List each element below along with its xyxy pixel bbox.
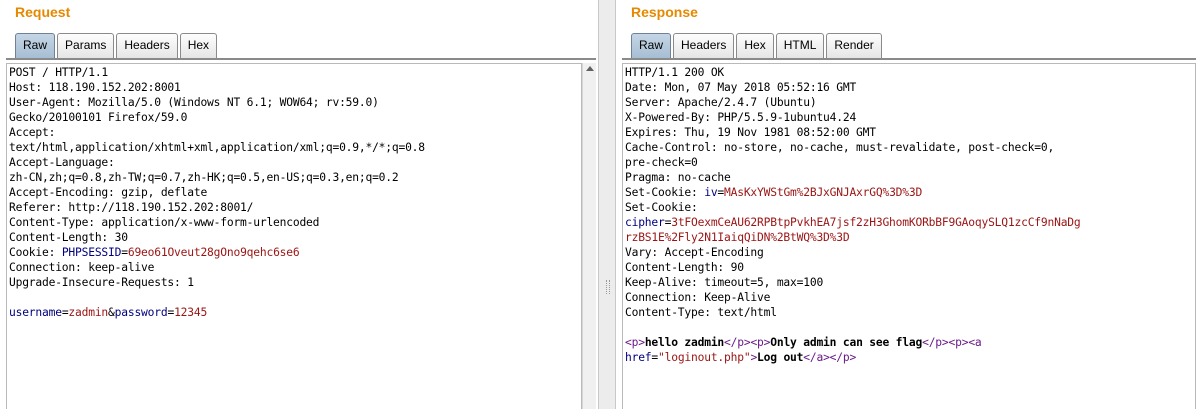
html-body-line: href="loginout.php">Log out</a></p> [625,350,1195,365]
set-cookie-value: rzBS1E%2Fly2N1IaiqQiDN%2BtWQ%3D%3D [625,231,850,244]
html-text: Only admin can see flag [770,336,923,349]
request-tab-params[interactable]: Params [57,33,115,58]
request-line: zh-CN,zh;q=0.8,zh-TW;q=0.7,zh-HK;q=0.5,e… [9,171,399,184]
response-tab-hex[interactable]: Hex [736,33,774,58]
html-tag: <a [968,336,982,349]
set-cookie-label-line: Set-Cookie: [625,201,698,214]
request-vertical-scrollbar[interactable] [582,63,596,409]
response-editor[interactable]: HTTP/1.1 200 OK Date: Mon, 07 May 2018 0… [622,63,1196,409]
response-line: Date: Mon, 07 May 2018 05:52:16 GMT [625,81,857,94]
request-pane: Request Raw Params Headers Hex POST / HT… [0,0,598,409]
param-value: 12345 [174,306,208,319]
request-line: Accept-Language: [9,156,115,169]
html-tag: </a> [803,351,830,364]
request-line: Referer: http://118.190.152.202:8001/ [9,201,254,214]
cookie-line: Cookie: PHPSESSID=69eo61Oveut28gOno9qehc… [9,245,581,260]
request-line: Host: 118.190.152.202:8001 [9,81,181,94]
set-cookie-value-continued: rzBS1E%2Fly2N1IaiqQiDN%2BtWQ%3D%3D [625,230,1195,245]
request-line: Accept-Encoding: gzip, deflate [9,186,208,199]
html-tag: <p> [948,336,969,349]
request-line: Upgrade-Insecure-Requests: 1 [9,276,194,289]
request-tab-hex[interactable]: Hex [179,33,218,58]
set-cookie-value: 3tFOexmCeAU62RPBtpPvkhEA7jsf2zH3GhomKORb… [671,216,1081,229]
set-cookie-line: Set-Cookie: iv=MAsKxYWStGm%2BJxGNJAxrGQ%… [625,185,1195,200]
response-line: pre-check=0 [625,156,698,169]
scroll-up-arrow-icon[interactable] [586,66,594,71]
response-line: Pragma: no-cache [625,171,731,184]
response-line: Content-Length: 90 [625,261,744,274]
set-cookie-label: Set-Cookie: [625,186,705,199]
html-body-line: <p>hello zadmin</p><p>Only admin can see… [625,335,1195,350]
html-attr-name: href [625,351,652,364]
response-tab-render[interactable]: Render [826,33,882,58]
response-line: Cache-Control: no-store, no-cache, must-… [625,141,1055,154]
cookie-name: PHPSESSID [61,246,122,259]
response-line: Server: Apache/2.4.7 (Ubuntu) [625,96,817,109]
html-tag: </p> [922,336,949,349]
request-line: User-Agent: Mozilla/5.0 (Windows NT 6.1;… [9,96,379,109]
request-editor[interactable]: POST / HTTP/1.1 Host: 118.190.152.202:80… [6,63,582,409]
request-line: Content-Type: application/x-www-form-url… [9,216,320,229]
response-pane: Response Raw Headers Hex HTML Render HTT… [616,0,1198,409]
response-line: Expires: Thu, 19 Nov 1981 08:52:00 GMT [625,126,876,139]
cookie-label: Cookie: [9,246,62,259]
response-tab-divider [622,58,1196,60]
html-attr-value: "loginout.php" [658,351,751,364]
pane-splitter[interactable] [598,0,616,409]
response-line: Content-Type: text/html [625,306,777,319]
set-cookie-value: MAsKxYWStGm%2BJxGNJAxrGQ%3D%3D [724,186,923,199]
response-line: Connection: Keep-Alive [625,291,771,304]
response-tab-html[interactable]: HTML [775,33,825,58]
set-cookie-line: cipher=3tFOexmCeAU62RPBtpPvkhEA7jsf2zH3G… [625,215,1195,230]
response-line: X-Powered-By: PHP/5.5.9-1ubuntu4.24 [625,111,857,124]
request-line: text/html,application/xhtml+xml,applicat… [9,141,425,154]
request-tabs: Raw Params Headers Hex [15,33,219,58]
response-line: Keep-Alive: timeout=5, max=100 [625,276,824,289]
response-title: Response [631,4,698,20]
set-cookie-name: cipher [625,216,665,229]
html-tag: </p> [724,336,751,349]
response-tabs: Raw Headers Hex HTML Render [631,33,884,58]
request-title: Request [15,4,71,20]
response-line: Vary: Accept-Encoding [625,246,764,259]
request-body-line: username=zadmin&password=12345 [9,305,581,320]
request-line: POST / HTTP/1.1 [9,66,109,79]
splitter-grip-icon[interactable] [606,280,610,294]
param-name: password [114,306,168,319]
cookie-value: 69eo61Oveut28gOno9qehc6se6 [127,246,300,259]
html-tag: <p> [625,336,645,349]
request-tab-raw[interactable]: Raw [15,33,56,58]
html-text: hello zadmin [644,336,725,349]
param-separator: & [108,306,115,319]
request-tab-headers[interactable]: Headers [116,33,178,58]
request-line: Gecko/20100101 Firefox/59.0 [9,111,188,124]
request-line: Content-Length: 30 [9,231,128,244]
request-tab-divider [6,58,596,60]
response-tab-headers[interactable]: Headers [673,33,735,58]
request-line: Accept: [9,126,56,139]
html-link-text: Log out [757,351,804,364]
html-tag: </p> [829,351,857,364]
cookie-eq: = [121,246,128,259]
set-cookie-name: iv [704,186,718,199]
html-tag: <p> [750,336,771,349]
response-line: HTTP/1.1 200 OK [625,66,725,79]
param-name: username [9,306,62,319]
param-value: zadmin [68,306,109,319]
response-tab-raw[interactable]: Raw [631,33,672,58]
request-line: Connection: keep-alive [9,261,155,274]
